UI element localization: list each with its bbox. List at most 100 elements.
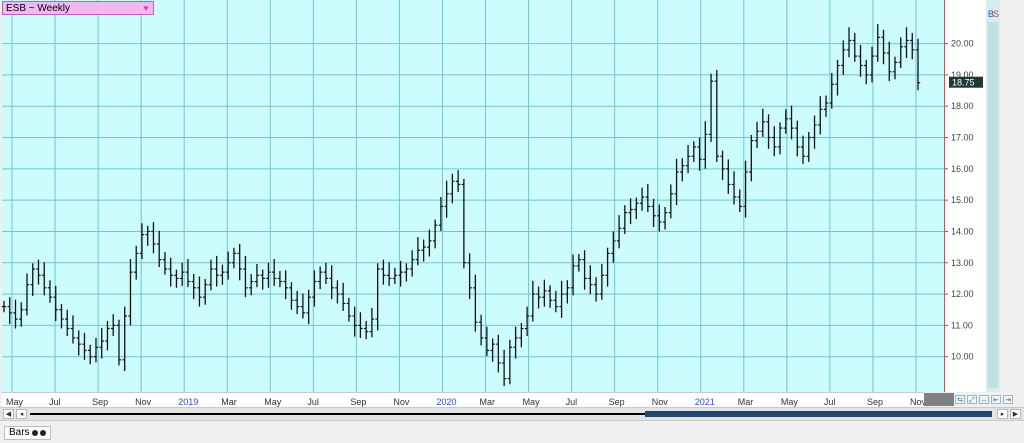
ohlc-bar (191, 274, 196, 300)
horizontal-scrollbar[interactable]: ◀ ◂ ▸ ▶ (0, 407, 1024, 420)
zoom-out-icon[interactable]: ⇆ (955, 395, 965, 404)
ohlc-bar (139, 223, 145, 259)
scroll-thumb[interactable] (645, 411, 992, 417)
ohlc-bar (749, 135, 754, 182)
ohlc-bar (254, 264, 260, 288)
buy-sell-indicator[interactable]: BS (986, 8, 1000, 20)
ohlc-bar (846, 27, 852, 58)
ohlc-bar (392, 267, 398, 285)
vertical-scroll-band[interactable] (988, 22, 998, 388)
ohlc-bar (800, 135, 806, 164)
ohlc-bar (248, 274, 254, 296)
ohlc-bar (220, 264, 225, 285)
ohlc-bar (243, 255, 248, 298)
price-axis[interactable]: 20.00 19.00 18.00 17.00 16.00 15.00 14.00 13.00… (944, 0, 987, 392)
time-axis[interactable]: May Jul Sep Nov 2019 Mar May Jul Sep Nov 2020 Mar Ma… (2, 392, 926, 407)
ohlc-bar (260, 269, 265, 290)
y-tick-label: 18.00 (951, 101, 974, 111)
ohlc-bar (841, 40, 846, 75)
fit-icon[interactable]: ⤢ (967, 395, 977, 404)
ohlc-bar (818, 96, 823, 135)
grid-lines (2, 0, 944, 392)
ohlc-bar (588, 265, 593, 295)
y-tick-label: 10.00 (951, 352, 974, 362)
ohlc-bar (381, 259, 386, 285)
x-tick-label: Mar (737, 397, 754, 407)
ohlc-bar (892, 56, 898, 80)
ohlc-bar (214, 255, 219, 287)
ohlc-bar (47, 280, 53, 303)
ohlc-bar (65, 309, 70, 337)
ohlc-bar (157, 230, 162, 268)
last-price-label: 18.75 (952, 78, 975, 88)
scroll-back-icon[interactable]: ◂ (16, 409, 27, 419)
ohlc-bar (691, 141, 697, 162)
zoom-in-icon[interactable]: ↔ (979, 395, 989, 404)
triangle-down-icon[interactable]: ▼ (142, 2, 150, 16)
ohlc-bar (1, 300, 7, 313)
ohlc-bar (467, 253, 472, 300)
ohlc-bar (628, 198, 633, 224)
scroll-forward-icon[interactable]: ▸ (997, 409, 1008, 419)
ohlc-bar (869, 46, 875, 83)
ohlc-bar (582, 250, 587, 290)
ohlc-bar (864, 59, 869, 85)
ohlc-bar (777, 122, 783, 155)
x-tick-label: 2019 (178, 397, 199, 407)
ohlc-bar (88, 344, 93, 365)
x-tick-label: May (780, 397, 798, 407)
ohlc-bar (128, 258, 133, 326)
ohlc-bar (547, 285, 553, 308)
ohlc-bar (875, 24, 880, 62)
scroll-left-icon[interactable]: ⇤ (991, 395, 1001, 404)
ohlc-bar (432, 219, 438, 249)
ohlc-bar (455, 170, 461, 192)
ohlc-bar (300, 293, 306, 319)
ohlc-bar (168, 257, 173, 287)
y-tick-label: 17.00 (951, 133, 974, 143)
ohlc-bar (346, 297, 352, 322)
ohlc-bar (806, 131, 811, 162)
scroll-right-icon[interactable]: ⇥ (1003, 395, 1013, 404)
symbol-selector[interactable]: ESB ~ Weekly ▼ (2, 1, 154, 15)
ohlc-bar (812, 115, 817, 149)
x-tick-label: May (6, 397, 24, 407)
ohlc-bar (99, 327, 104, 359)
ohlc-bar (145, 225, 150, 246)
ohlc-bar (36, 259, 41, 285)
ohlc-bar (651, 198, 656, 228)
ohlc-bar (496, 334, 501, 373)
ohlc-bar (197, 276, 202, 307)
ohlc-bar (490, 338, 495, 362)
ohlc-bar (680, 158, 685, 182)
scroll-end-icon[interactable]: ▶ (1010, 409, 1021, 419)
bars-tab[interactable]: Bars (4, 426, 51, 440)
ohlc-bar (501, 349, 507, 387)
x-tick-label: Sep (866, 397, 883, 407)
symbol-label: ESB ~ Weekly (6, 3, 71, 14)
ohlc-bar (662, 207, 668, 230)
ohlc-bar (639, 187, 645, 211)
ohlc-bar (277, 270, 283, 288)
ohlc-bar (473, 274, 478, 332)
scroll-track[interactable] (30, 411, 992, 417)
ohlc-bar (634, 197, 639, 219)
ohlc-bar (427, 229, 432, 257)
right-panel-strip (986, 0, 1000, 392)
x-tick-label: Jul (307, 397, 319, 407)
ohlc-bar (605, 247, 610, 287)
ohlc-bar (202, 279, 208, 305)
ohlc-bar (703, 121, 708, 169)
ohlc-bar (317, 266, 323, 290)
ohlc-bar (519, 322, 524, 348)
x-tick-label: Sep (608, 397, 625, 407)
ohlc-bar (404, 263, 409, 282)
ohlc-bar (82, 332, 87, 360)
x-tick-label: Mar (479, 397, 496, 407)
scroll-start-icon[interactable]: ◀ (3, 409, 14, 419)
ohlc-bar (421, 239, 426, 262)
ohlc-bar (151, 222, 156, 254)
ohlc-bar (323, 262, 329, 285)
ohlc-bar (225, 251, 231, 280)
ohlc-bar (116, 319, 122, 366)
